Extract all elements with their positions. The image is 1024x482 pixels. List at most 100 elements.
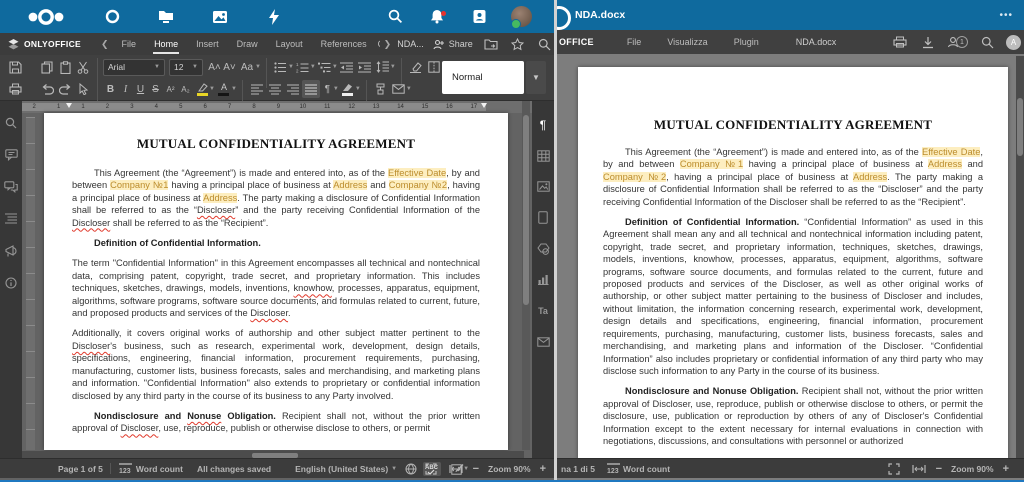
about-icon[interactable] (4, 275, 19, 290)
viewer-user-avatar[interactable]: A (1006, 34, 1021, 50)
save-icon[interactable] (6, 58, 24, 76)
dashboard-icon[interactable] (102, 7, 122, 27)
vertical-scrollbar[interactable] (522, 101, 530, 450)
viewer-print-icon[interactable] (891, 33, 909, 51)
mailmerge-settings-icon[interactable] (536, 334, 551, 349)
viewer-zoom-level[interactable]: Zoom 90% (951, 464, 994, 474)
chat-icon[interactable] (4, 179, 19, 194)
vertical-scroll-thumb[interactable] (523, 115, 529, 305)
font-size-select[interactable]: 12 ▼ (169, 58, 203, 76)
decrease-font-icon[interactable]: A˅ (222, 62, 237, 73)
share-button[interactable]: Share (433, 39, 473, 50)
photos-icon[interactable] (210, 7, 230, 27)
redo-icon[interactable] (56, 80, 74, 98)
tab-file[interactable]: File (113, 33, 146, 55)
vertical-ruler[interactable] (26, 117, 35, 450)
strikethrough-icon[interactable]: S (148, 84, 163, 95)
increase-font-icon[interactable]: A˄ (207, 62, 222, 73)
files-icon[interactable] (156, 7, 176, 27)
page-indicator[interactable]: Page 1 of 5 (58, 464, 103, 474)
tab-layout[interactable]: Layout (267, 33, 312, 55)
viewer-tab-plugin[interactable]: Plugin (725, 31, 768, 53)
superscript-icon[interactable]: A² (163, 85, 178, 94)
tab-home[interactable]: Home (145, 33, 187, 55)
paragraph-style-selector[interactable]: Normal (442, 61, 524, 94)
copy-style-icon[interactable] (372, 80, 390, 98)
navigation-headings-icon[interactable] (4, 211, 19, 226)
justify-icon[interactable] (301, 80, 320, 98)
headerfooter-settings-icon[interactable] (536, 210, 551, 225)
user-avatar[interactable] (511, 6, 532, 29)
paragraph-settings-icon[interactable]: ¶ (536, 117, 551, 132)
tabs-scroll-left-icon[interactable]: ❮ (97, 39, 113, 50)
fit-page-icon[interactable] (423, 462, 439, 476)
change-case-icon[interactable]: Aa (237, 62, 257, 73)
word-count-icon[interactable]: 123 (118, 462, 134, 476)
select-tool-icon[interactable] (74, 80, 92, 98)
bold-icon[interactable]: B (103, 84, 118, 95)
table-settings-icon[interactable] (536, 148, 551, 163)
viewer-document-page[interactable]: MUTUAL CONFIDENTIALITY AGREEMENT This Ag… (578, 67, 1008, 460)
document-page[interactable]: MUTUAL CONFIDENTIALITY AGREEMENT This Ag… (44, 113, 508, 450)
textart-settings-icon[interactable]: Ta (536, 303, 551, 318)
copy-icon[interactable] (38, 58, 56, 76)
underline-icon[interactable]: U (133, 84, 148, 95)
viewer-fit-page-icon[interactable] (886, 462, 902, 476)
style-gallery-dropdown-icon[interactable]: ▼ (526, 61, 546, 94)
chart-settings-icon[interactable] (536, 272, 551, 287)
indent-marker-right[interactable] (481, 103, 487, 108)
viewer-search-icon[interactable] (978, 33, 996, 51)
open-file-location-icon[interactable] (482, 35, 500, 53)
viewer-zoom-in-button[interactable]: + (1003, 463, 1009, 475)
indent-marker-left[interactable] (66, 103, 72, 108)
search-icon[interactable] (385, 7, 405, 27)
font-name-select[interactable]: Arial ▼ (103, 58, 165, 76)
active-users-icon[interactable]: 1 (947, 36, 968, 48)
zoom-level[interactable]: Zoom 90% (488, 464, 531, 474)
set-language-globe-icon[interactable] (403, 462, 419, 476)
viewer-page-indicator[interactable]: na 1 di 5 (561, 464, 595, 474)
tab-collaboration-cut[interactable]: C (376, 33, 380, 55)
word-count-label[interactable]: Word count (136, 464, 183, 474)
feedback-icon[interactable] (4, 243, 19, 258)
align-left-icon[interactable] (248, 80, 266, 98)
paste-icon[interactable] (56, 58, 74, 76)
subscript-icon[interactable]: A₂ (178, 85, 193, 94)
download-icon[interactable] (919, 33, 937, 51)
shape-settings-icon[interactable] (536, 241, 551, 256)
notifications-bell-icon[interactable] (427, 7, 447, 27)
more-menu-icon[interactable]: ••• (999, 0, 1013, 30)
tabs-scroll-right-icon[interactable]: ❯ (380, 39, 396, 50)
editor-search-icon[interactable] (536, 35, 554, 53)
tab-insert[interactable]: Insert (187, 33, 228, 55)
align-center-icon[interactable] (266, 80, 284, 98)
activity-icon[interactable] (264, 7, 284, 27)
italic-icon[interactable]: I (118, 84, 133, 95)
undo-icon[interactable] (38, 80, 56, 98)
decrease-indent-icon[interactable] (338, 58, 356, 76)
sidebar-search-icon[interactable] (4, 115, 19, 130)
viewer-zoom-out-button[interactable]: − (936, 463, 942, 475)
print-icon[interactable] (6, 80, 24, 98)
favorite-star-icon[interactable] (509, 35, 527, 53)
cut-icon[interactable] (74, 58, 92, 76)
viewer-tab-file[interactable]: File (618, 31, 651, 53)
image-settings-icon[interactable] (536, 179, 551, 194)
align-right-icon[interactable] (284, 80, 302, 98)
tab-draw[interactable]: Draw (228, 33, 267, 55)
viewer-word-count-icon[interactable]: 123 (605, 462, 621, 476)
viewer-scroll-thumb[interactable] (1017, 98, 1023, 156)
clear-style-icon[interactable] (407, 58, 425, 76)
zoom-in-button[interactable]: + (540, 463, 546, 475)
viewer-word-count-label[interactable]: Word count (623, 464, 670, 474)
viewer-tab-visualizza[interactable]: Visualizza (658, 31, 716, 53)
tab-references[interactable]: References (312, 33, 376, 55)
zoom-out-button[interactable]: − (473, 463, 479, 475)
fit-width-icon[interactable] (448, 462, 464, 476)
increase-indent-icon[interactable] (356, 58, 374, 76)
viewer-fit-width-icon[interactable] (911, 462, 927, 476)
comments-icon[interactable] (4, 147, 19, 162)
language-selector[interactable]: English (United States) (295, 464, 388, 474)
contacts-icon[interactable] (469, 7, 489, 27)
viewer-vertical-scrollbar[interactable] (1016, 56, 1024, 460)
